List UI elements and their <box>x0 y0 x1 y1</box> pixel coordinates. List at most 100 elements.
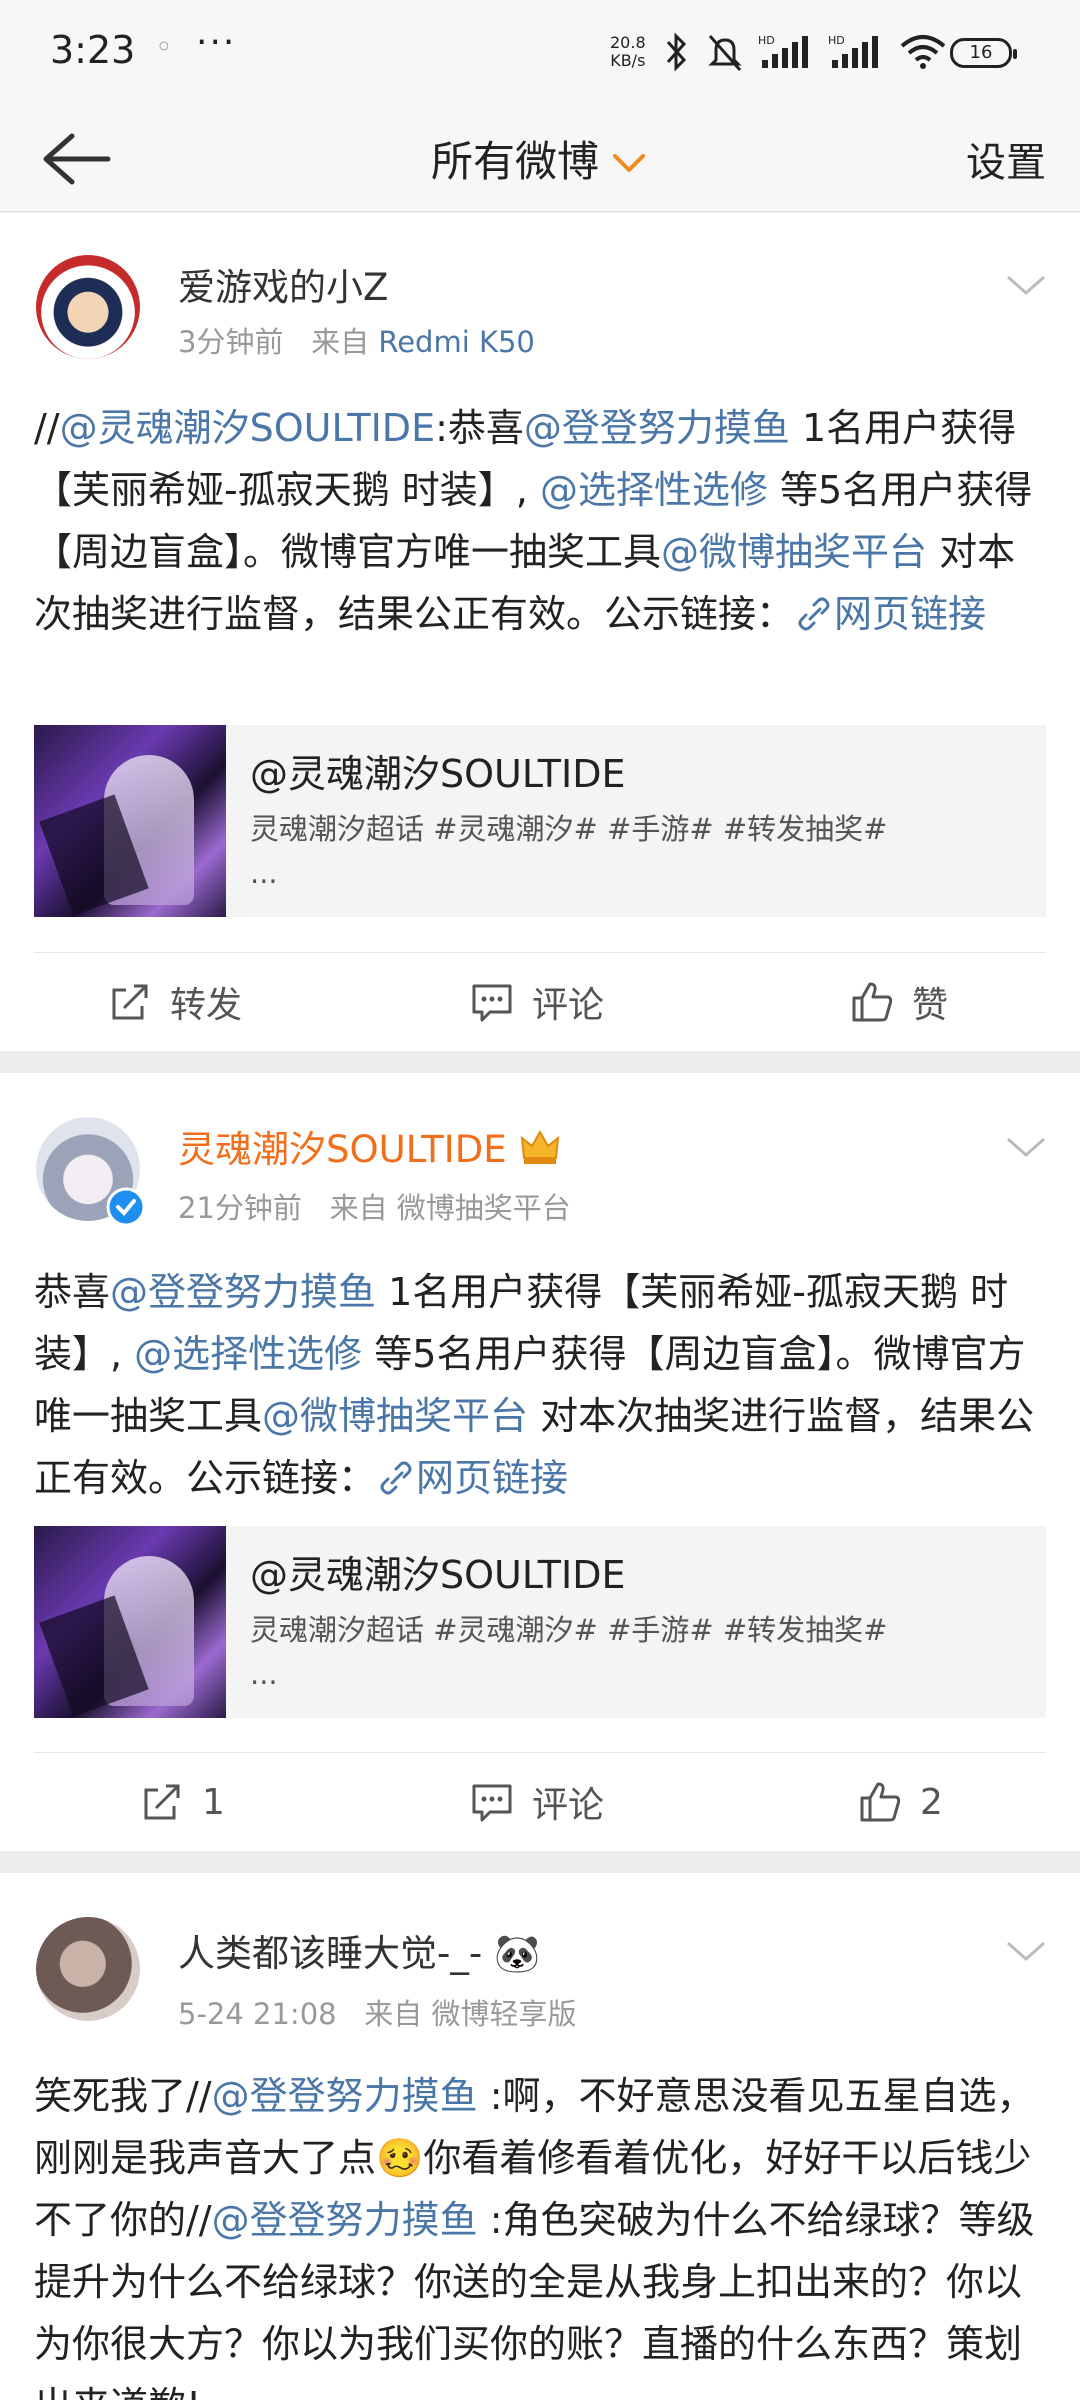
post-source[interactable]: Redmi K50 <box>378 325 535 359</box>
post-source-prefix: 来自 <box>364 1997 423 2031</box>
repost-icon <box>112 984 148 1020</box>
link-preview-tags: 灵魂潮汐超话 #灵魂潮汐# #手游# #转发抽奖# <box>250 1613 888 1647</box>
link-preview-ellipsis: ... <box>250 1657 278 1691</box>
signal-hd-2-icon: HD <box>828 34 878 68</box>
mention-link[interactable]: @选择性选修 <box>540 468 768 512</box>
username[interactable]: 人类都该睡大觉-_- 🐼 <box>178 1923 540 1977</box>
post-menu-chevron-icon[interactable] <box>1004 271 1048 299</box>
link-icon <box>380 1461 412 1495</box>
link-preview-card[interactable]: @灵魂潮汐SOULTIDE 灵魂潮汐超话 #灵魂潮汐# #手游# #转发抽奖# … <box>34 725 1046 917</box>
repost-count: 1 <box>202 1781 225 1823</box>
text-segment: :恭喜 <box>435 406 524 450</box>
status-more-icon: ··· <box>196 22 237 63</box>
mention-link[interactable]: @微博抽奖平台 <box>262 1394 528 1438</box>
repost-button[interactable]: 转发 <box>108 957 242 1047</box>
text-segment: 笑死我了// <box>34 2074 212 2118</box>
mention-link[interactable]: @选择性选修 <box>134 1332 362 1376</box>
comment-icon <box>472 984 512 1022</box>
mention-link[interactable]: @登登努力摸鱼 <box>110 1270 376 1314</box>
link-preview-thumbnail <box>34 725 226 917</box>
post-source-prefix: 来自 <box>329 1191 388 1225</box>
svg-text:HD: HD <box>758 34 775 47</box>
text-segment: // <box>34 406 60 450</box>
avatar[interactable] <box>36 1917 140 2021</box>
mention-link[interactable]: @登登努力摸鱼 <box>212 2074 478 2118</box>
post-meta: 21分钟前 来自 微博抽奖平台 <box>178 1185 571 1227</box>
battery-indicator: 16 <box>950 38 1017 68</box>
settings-button[interactable]: 设置 <box>966 130 1046 188</box>
post-time: 5-24 21:08 <box>178 1997 337 2031</box>
post-source-prefix: 来自 <box>311 325 370 359</box>
comment-icon <box>472 1784 512 1822</box>
post-time: 3分钟前 <box>178 325 284 359</box>
post-menu-chevron-icon[interactable] <box>1004 1937 1048 1965</box>
thumbs-up-icon <box>860 1782 901 1822</box>
username[interactable]: 爱游戏的小Z <box>178 257 388 311</box>
post-text: 笑死我了//@登登努力摸鱼 :啊，不好意思没看见五星自选，刚刚是我声音大了点🥴你… <box>34 2065 1046 2400</box>
chevron-down-icon <box>613 154 645 172</box>
feed-filter-dropdown[interactable]: 所有微博 <box>0 128 1080 189</box>
post-actions: 转发 评论 赞 <box>0 957 1080 1047</box>
mute-bell-icon <box>708 35 742 71</box>
network-speed-value: 20.8 <box>610 33 646 52</box>
post-menu-chevron-icon[interactable] <box>1004 1133 1048 1161</box>
link-preview-title: @灵魂潮汐SOULTIDE <box>250 752 626 796</box>
post-card[interactable]: 灵魂潮汐SOULTIDE 21分钟前 来自 微博抽奖平台 恭喜@登登努力摸鱼 1… <box>0 1073 1080 1851</box>
link-preview-tags: 灵魂潮汐超话 #灵魂潮汐# #手游# #转发抽奖# <box>250 812 888 846</box>
mention-link[interactable]: @登登努力摸鱼 <box>524 406 790 450</box>
thumbs-up-icon <box>852 982 893 1022</box>
comment-button[interactable]: 评论 <box>470 957 604 1047</box>
like-button[interactable]: 赞 <box>850 957 948 1047</box>
username-label: 灵魂潮汐SOULTIDE <box>178 1128 507 1171</box>
post-text: 恭喜@登登努力摸鱼 1名用户获得【芙丽希娅-孤寂天鹅 时装】, @选择性选修 等… <box>34 1261 1046 1509</box>
link-preview-ellipsis: ... <box>250 856 278 890</box>
post-text: //@灵魂潮汐SOULTIDE:恭喜@登登努力摸鱼 1名用户获得【芙丽希娅-孤寂… <box>34 397 1046 645</box>
network-speed-unit: KB/s <box>610 51 646 70</box>
top-nav-bar: 所有微博 设置 <box>0 106 1080 212</box>
web-link[interactable]: 网页链接 <box>794 592 986 636</box>
post-card[interactable]: 人类都该睡大觉-_- 🐼 5-24 21:08 来自 微博轻享版 笑死我了//@… <box>0 1873 1080 2400</box>
avatar[interactable] <box>36 255 140 359</box>
mention-link[interactable]: @微博抽奖平台 <box>661 530 927 574</box>
link-preview-description: 灵魂潮汐超话 #灵魂潮汐# #手游# #转发抽奖# ... <box>250 1608 1010 1696</box>
web-link-label: 网页链接 <box>416 1456 569 1500</box>
comment-label: 评论 <box>532 985 605 1026</box>
link-icon <box>798 597 830 631</box>
comment-button[interactable]: 评论 <box>470 1757 604 1847</box>
woozy-face-emoji: 🥴 <box>376 2136 424 2180</box>
panda-emoji: 🐼 <box>493 1932 541 1975</box>
divider <box>34 1752 1046 1753</box>
mention-link[interactable]: @登登努力摸鱼 <box>212 2198 478 2242</box>
comment-label: 评论 <box>532 1785 605 1826</box>
status-bar: 3:23 ◦ ··· 20.8 KB/s HD HD 16 <box>0 0 1080 106</box>
status-notification-dot: ◦ <box>155 30 173 65</box>
verified-badge-icon <box>106 1187 146 1227</box>
mention-link[interactable]: @灵魂潮汐SOULTIDE <box>60 406 435 450</box>
username[interactable]: 灵魂潮汐SOULTIDE <box>178 1119 562 1173</box>
post-meta: 3分钟前 来自 Redmi K50 <box>178 319 535 361</box>
like-label: 赞 <box>912 985 949 1026</box>
repost-button[interactable]: 1 <box>140 1757 225 1847</box>
web-link-label: 网页链接 <box>834 592 987 636</box>
link-preview-thumbnail <box>34 1526 226 1718</box>
link-preview-title: @灵魂潮汐SOULTIDE <box>250 1553 626 1597</box>
repost-label: 转发 <box>170 985 243 1026</box>
wifi-icon <box>900 35 946 69</box>
post-meta: 5-24 21:08 来自 微博轻享版 <box>178 1991 577 2033</box>
post-time: 21分钟前 <box>178 1191 302 1225</box>
like-button[interactable]: 2 <box>858 1757 943 1847</box>
like-count: 2 <box>920 1781 943 1823</box>
post-card[interactable]: 爱游戏的小Z 3分钟前 来自 Redmi K50 //@灵魂潮汐SOULTIDE… <box>0 213 1080 1051</box>
feed-filter-label: 所有微博 <box>430 137 599 186</box>
network-speed: 20.8 KB/s <box>610 34 646 70</box>
card-separator <box>0 1851 1080 1873</box>
web-link[interactable]: 网页链接 <box>376 1456 568 1500</box>
text-segment: 恭喜 <box>34 1270 111 1314</box>
post-source[interactable]: 微博轻享版 <box>432 1997 577 2031</box>
post-source[interactable]: 微博抽奖平台 <box>397 1191 571 1225</box>
bluetooth-icon <box>666 32 687 72</box>
vip-crown-icon <box>521 1129 560 1164</box>
post-actions: 1 评论 2 <box>0 1757 1080 1847</box>
svg-text:HD: HD <box>828 34 845 47</box>
link-preview-card[interactable]: @灵魂潮汐SOULTIDE 灵魂潮汐超话 #灵魂潮汐# #手游# #转发抽奖# … <box>34 1526 1046 1718</box>
